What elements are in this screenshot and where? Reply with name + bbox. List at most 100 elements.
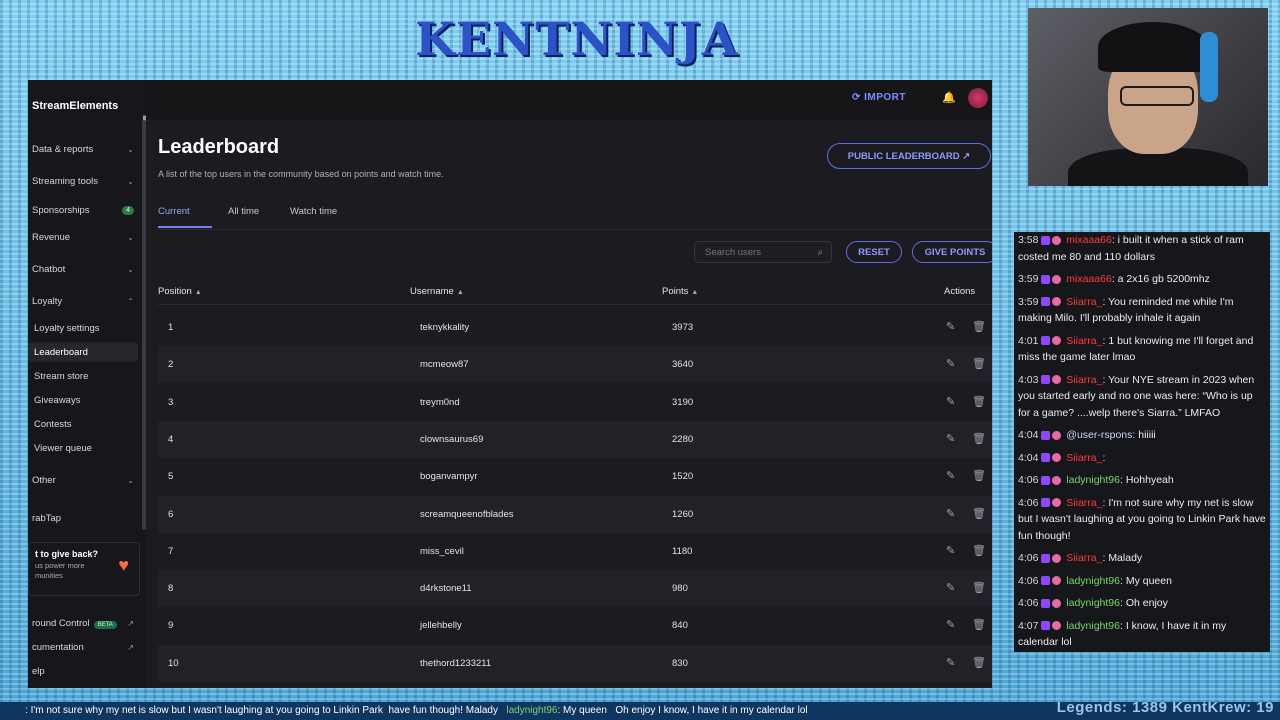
notification-bell-icon[interactable]: 🔔 — [942, 91, 956, 104]
sort-up-icon: ▲ — [194, 289, 202, 296]
delete-icon[interactable]: 🗑 — [972, 395, 986, 408]
delete-icon[interactable]: 🗑 — [972, 581, 986, 594]
sidebar-item-help[interactable]: elp — [28, 661, 138, 681]
points-cell: 980 — [672, 583, 688, 595]
table-row: 2 mcmeow87 3640 ✎ 🗑 — [158, 346, 992, 384]
points-cell: 1260 — [672, 508, 694, 520]
edit-icon[interactable]: ✎ — [946, 544, 955, 557]
delete-icon[interactable]: 🗑 — [972, 469, 986, 482]
chat-text: Malady — [1108, 552, 1143, 564]
tab-watch-time[interactable]: Watch time — [290, 206, 337, 217]
tabs-divider — [158, 229, 992, 230]
import-button[interactable]: ⟳ IMPORT — [852, 92, 906, 103]
chat-username: @user-rspons — [1066, 429, 1133, 441]
user-avatar[interactable] — [968, 88, 988, 108]
give-back-card[interactable]: t to give back? us power more munities ♥ — [28, 542, 140, 596]
table-row: 9 jellehbelly 840 ✎ 🗑 — [158, 607, 992, 644]
ticker-message: : My queen — [557, 705, 607, 716]
twitch-icon — [1041, 553, 1051, 563]
edit-icon[interactable]: ✎ — [946, 656, 955, 669]
search-input[interactable] — [703, 245, 807, 259]
ticker-username: ladynight96 — [506, 705, 558, 716]
browser-app-window: StreamElements ◧ Data & reports⌄ Streami… — [28, 80, 992, 688]
sidebar-item-sponsorships[interactable]: Sponsorships 4 — [28, 200, 138, 220]
edit-icon[interactable]: ✎ — [946, 357, 955, 370]
column-points[interactable]: Points ▲ — [662, 286, 698, 297]
column-label: Position — [158, 286, 192, 297]
delete-icon[interactable]: 🗑 — [972, 618, 986, 631]
chat-text: Oh enjoy — [1125, 597, 1168, 609]
give-points-button[interactable]: GIVE POINTS — [912, 241, 992, 263]
sidebar-item-other[interactable]: Other ⌄ — [28, 470, 138, 490]
sidebar-item-label: Revenue — [32, 231, 71, 243]
chat-timestamp: 4:03 — [1018, 373, 1039, 386]
column-username[interactable]: Username ▲ — [410, 286, 464, 297]
edit-icon[interactable]: ✎ — [946, 320, 955, 333]
chat-text: My queen — [1125, 574, 1172, 587]
points-cell: 3973 — [672, 322, 694, 333]
search-users-field[interactable]: ⌕ — [694, 241, 832, 263]
username-cell: d4rkstone11 — [420, 583, 472, 595]
sidebar-item-label: rabTap — [32, 512, 62, 524]
sidebar-item-revenue[interactable]: Revenue ⌄ — [28, 227, 138, 247]
chevron-down-icon: ⌄ — [127, 264, 134, 274]
delete-icon[interactable]: 🗑 — [972, 656, 986, 669]
chat-message: 4:01 Siiarra_: 1 but knowing me I'll for… — [1018, 334, 1254, 364]
badge-icon — [1052, 475, 1062, 485]
sidebar-item-stream-store[interactable]: Stream store — [28, 366, 138, 386]
chat-message: 4:04 @user-rspons: hiiiii — [1018, 429, 1156, 441]
chat-timestamp: 4:01 — [1018, 334, 1039, 347]
position-cell: 9 — [168, 620, 174, 632]
delete-icon[interactable]: 🗑 — [972, 320, 986, 333]
badge-icon — [1052, 235, 1062, 245]
sidebar-item-grabtap[interactable]: rabTap — [28, 508, 138, 528]
public-leaderboard-label: PUBLIC LEADERBOARD — [847, 150, 960, 162]
reset-button[interactable]: RESET — [846, 241, 902, 263]
delete-icon[interactable]: 🗑 — [972, 432, 986, 445]
points-cell: 1520 — [672, 471, 694, 483]
twitch-icon — [1041, 598, 1051, 608]
edit-icon[interactable]: ✎ — [946, 469, 955, 482]
username-cell: boganvampyr — [420, 471, 478, 483]
chat-message: 4:06 Siiarra_: I'm not sure why my net i… — [1018, 496, 1266, 542]
twitch-icon — [1041, 235, 1051, 245]
sidebar-item-leaderboard[interactable]: Leaderboard — [28, 342, 138, 362]
sidebar-item-viewer-queue[interactable]: Viewer queue — [28, 438, 138, 458]
chat-timestamp: 4:06 — [1018, 597, 1039, 609]
edit-icon[interactable]: ✎ — [946, 432, 955, 445]
edit-icon[interactable]: ✎ — [946, 395, 955, 408]
chevron-down-icon: ⌄ — [127, 144, 134, 154]
sidebar-item-contests[interactable]: Contests — [28, 414, 138, 434]
sidebar-item-loyalty[interactable]: Loyalty ⌃ — [28, 291, 138, 311]
edit-icon[interactable]: ✎ — [946, 507, 955, 520]
delete-icon[interactable]: 🗑 — [972, 544, 986, 557]
delete-icon[interactable]: 🗑 — [972, 507, 986, 520]
table-row: 10 thethord1233211 830 ✎ 🗑 — [158, 644, 992, 682]
sidebar-item-label: Streaming tools — [32, 175, 99, 187]
twitch-icon — [1041, 297, 1051, 307]
twitch-icon — [1041, 274, 1051, 284]
sidebar-item-streaming-tools[interactable]: Streaming tools ⌄ — [28, 171, 138, 191]
sidebar-item-giveaways[interactable]: Giveaways — [28, 390, 138, 410]
column-position[interactable]: Position ▲ — [158, 286, 202, 297]
sidebar-item-ground-control[interactable]: round Control BETA ↗ — [28, 613, 138, 633]
chat-username: mixaaa66 — [1066, 273, 1112, 285]
sidebar-item-label: Viewer queue — [34, 442, 92, 454]
sidebar-item-label: Contests — [34, 418, 72, 430]
username-cell: jellehbelly — [420, 620, 462, 632]
chat-timestamp: 4:06 — [1018, 552, 1039, 564]
public-leaderboard-button[interactable]: PUBLIC LEADERBOARD ↗ — [827, 143, 991, 169]
beta-badge: BETA — [93, 620, 117, 629]
tab-current[interactable]: Current — [158, 206, 190, 217]
edit-icon[interactable]: ✎ — [946, 618, 955, 631]
sidebar-item-chatbot[interactable]: Chatbot ⌄ — [28, 259, 138, 279]
sidebar-item-documentation[interactable]: cumentation ↗ — [28, 637, 138, 657]
points-cell: 840 — [672, 620, 688, 632]
position-cell: 4 — [168, 433, 174, 445]
sidebar-item-loyalty-settings[interactable]: Loyalty settings — [28, 318, 138, 338]
tab-all-time[interactable]: All time — [228, 206, 259, 217]
points-cell: 1180 — [672, 545, 693, 557]
edit-icon[interactable]: ✎ — [946, 581, 955, 594]
sidebar-item-data-reports[interactable]: Data & reports ⌄ — [28, 139, 138, 159]
delete-icon[interactable]: 🗑 — [972, 357, 986, 370]
